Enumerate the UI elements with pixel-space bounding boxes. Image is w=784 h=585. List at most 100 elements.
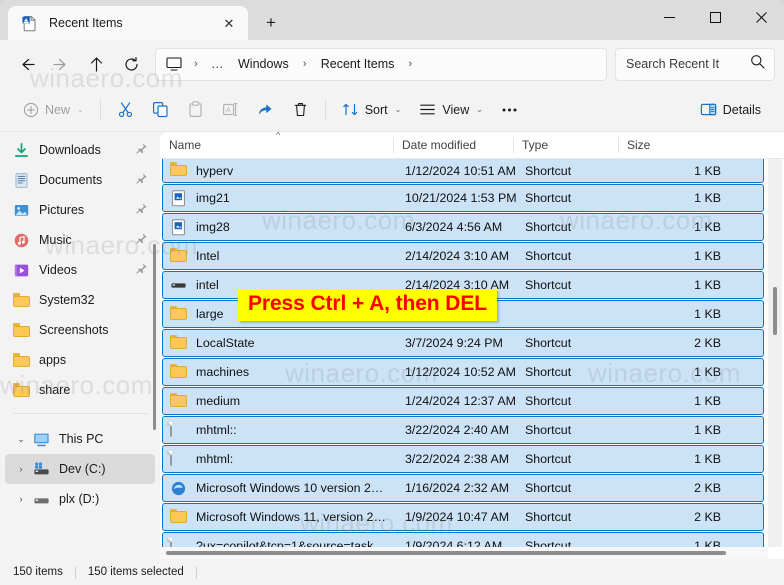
- search-input[interactable]: [626, 57, 746, 71]
- cell-size: 2 KB: [694, 336, 721, 350]
- vertical-scrollbar-thumb[interactable]: [773, 287, 777, 335]
- svg-text:A: A: [226, 107, 231, 114]
- breadcrumb[interactable]: › … Windows › Recent Items ›: [155, 47, 607, 81]
- new-button[interactable]: New ⌄: [14, 94, 93, 126]
- sidebar-item-music[interactable]: Music: [5, 225, 155, 255]
- sidebar-item-downloads[interactable]: Downloads: [5, 135, 155, 165]
- new-button-label: New: [45, 102, 71, 117]
- search-box[interactable]: [615, 47, 775, 81]
- column-header-name[interactable]: Name ^: [160, 132, 393, 158]
- sidebar-item-this-pc[interactable]: ⌄ This PC: [5, 424, 155, 454]
- sidebar-scrollbar[interactable]: [153, 244, 156, 430]
- sidebar-item-share[interactable]: share: [5, 375, 155, 405]
- paste-button[interactable]: [178, 94, 213, 126]
- quick-access-list: Downloads Documents Pictures Music Video…: [0, 132, 160, 405]
- sidebar-item-dev-c[interactable]: › Dev (C:): [5, 454, 155, 484]
- table-row[interactable]: Microsoft Windows 11, version 23H2, bui.…: [162, 503, 764, 531]
- sidebar-item-screenshots[interactable]: Screenshots: [5, 315, 155, 345]
- sidebar-item-apps[interactable]: apps: [5, 345, 155, 375]
- cell-type: Shortcut: [525, 423, 572, 437]
- pin-icon[interactable]: [135, 172, 149, 188]
- copy-button[interactable]: [143, 94, 178, 126]
- table-row[interactable]: machines 1/12/2024 10:52 AM Shortcut 1 KB: [162, 358, 764, 386]
- column-header-size[interactable]: Size: [618, 132, 718, 158]
- table-row[interactable]: img28 6/3/2024 4:56 AM Shortcut 1 KB: [162, 213, 764, 241]
- folder-icon: [170, 508, 187, 526]
- close-icon[interactable]: [738, 0, 784, 34]
- horizontal-scrollbar-thumb[interactable]: [166, 551, 726, 555]
- chevron-down-icon[interactable]: ⌄: [11, 434, 31, 445]
- vertical-scrollbar[interactable]: [768, 159, 782, 547]
- rename-button[interactable]: A: [213, 94, 248, 126]
- close-icon[interactable]: ✕: [216, 11, 242, 35]
- cell-date-modified: 2/14/2024 3:10 AM: [405, 249, 510, 263]
- refresh-button[interactable]: [114, 48, 149, 81]
- column-header-date-modified[interactable]: Date modified: [393, 132, 513, 158]
- cell-size: 1 KB: [694, 394, 721, 408]
- file-name: medium: [196, 394, 241, 408]
- table-row[interactable]: mhtml: 3/22/2024 2:38 AM Shortcut 1 KB: [162, 445, 764, 473]
- pin-icon[interactable]: [135, 232, 149, 248]
- share-button[interactable]: [248, 94, 283, 126]
- table-row[interactable]: LocalState 3/7/2024 9:24 PM Shortcut 2 KB: [162, 329, 764, 357]
- tree-list: ⌄ This PC › Dev (C:) › plx (D:): [0, 421, 160, 514]
- horizontal-scrollbar[interactable]: [160, 547, 768, 559]
- view-button[interactable]: View ⌄: [410, 94, 492, 126]
- search-icon[interactable]: [750, 54, 765, 74]
- forward-button[interactable]: [44, 48, 79, 81]
- breadcrumb-item-windows[interactable]: Windows: [231, 53, 296, 75]
- sort-button[interactable]: Sort ⌄: [333, 94, 411, 126]
- table-row[interactable]: img21 10/21/2024 1:53 PM Shortcut 1 KB: [162, 184, 764, 212]
- breadcrumb-overflow[interactable]: …: [205, 53, 231, 75]
- downloads-icon: [11, 142, 32, 159]
- sidebar-item-label: This PC: [59, 432, 104, 446]
- table-row[interactable]: Intel 2/14/2024 3:10 AM Shortcut 1 KB: [162, 242, 764, 270]
- cell-type: Shortcut: [525, 365, 572, 379]
- cell-size: 2 KB: [694, 481, 721, 495]
- file-name: mhtml::: [196, 423, 237, 437]
- cut-button[interactable]: [108, 94, 143, 126]
- cell-name: LocalState: [163, 334, 396, 352]
- sidebar-item-plx-d[interactable]: › plx (D:): [5, 484, 155, 514]
- table-row[interactable]: hyperv 1/12/2024 10:51 AM Shortcut 1 KB: [162, 159, 764, 183]
- drive-icon: [170, 277, 187, 294]
- delete-button[interactable]: [283, 94, 318, 126]
- pin-icon[interactable]: [135, 202, 149, 218]
- this-pc-icon[interactable]: [160, 56, 187, 72]
- more-options-button[interactable]: [492, 94, 527, 126]
- pin-icon[interactable]: [135, 262, 149, 278]
- up-button[interactable]: [79, 48, 114, 81]
- column-header-type[interactable]: Type: [513, 132, 618, 158]
- sidebar-item-videos[interactable]: Videos: [5, 255, 155, 285]
- folder-icon: [11, 383, 32, 397]
- maximize-icon[interactable]: [692, 0, 738, 34]
- table-row[interactable]: medium 1/24/2024 12:37 AM Shortcut 1 KB: [162, 387, 764, 415]
- annotation-callout: Press Ctrl + A, then DEL: [238, 289, 497, 322]
- document-icon: [170, 450, 187, 468]
- cell-type: Shortcut: [525, 394, 572, 408]
- sidebar-item-documents[interactable]: Documents: [5, 165, 155, 195]
- cell-name: mhtml:: [163, 450, 396, 468]
- cell-name: img21: [163, 189, 396, 207]
- chevron-right-icon[interactable]: ›: [11, 494, 31, 504]
- chevron-down-icon: ⌄: [77, 105, 84, 114]
- cell-type: Shortcut: [525, 220, 572, 234]
- item-count: 150 items: [13, 566, 63, 578]
- divider: [195, 565, 197, 579]
- tab-recent-items[interactable]: Recent Items ✕: [8, 6, 248, 40]
- table-row[interactable]: mhtml:: 3/22/2024 2:40 AM Shortcut 1 KB: [162, 416, 764, 444]
- minimize-icon[interactable]: [646, 0, 692, 34]
- breadcrumb-item-recent-items[interactable]: Recent Items: [314, 53, 402, 75]
- file-rows: hyperv 1/12/2024 10:51 AM Shortcut 1 KB img2…: [160, 159, 784, 559]
- sidebar-item-system32[interactable]: System32: [5, 285, 155, 315]
- chevron-right-icon[interactable]: ›: [11, 464, 31, 474]
- cell-size: 1 KB: [694, 249, 721, 263]
- sidebar-divider: [14, 413, 148, 414]
- music-icon: [11, 232, 32, 249]
- sidebar-item-pictures[interactable]: Pictures: [5, 195, 155, 225]
- back-button[interactable]: [9, 48, 44, 81]
- details-pane-button[interactable]: Details: [691, 94, 770, 126]
- new-tab-button[interactable]: +: [254, 8, 288, 38]
- table-row[interactable]: Microsoft Windows 10 version 22H2 buil..…: [162, 474, 764, 502]
- pin-icon[interactable]: [135, 142, 149, 158]
